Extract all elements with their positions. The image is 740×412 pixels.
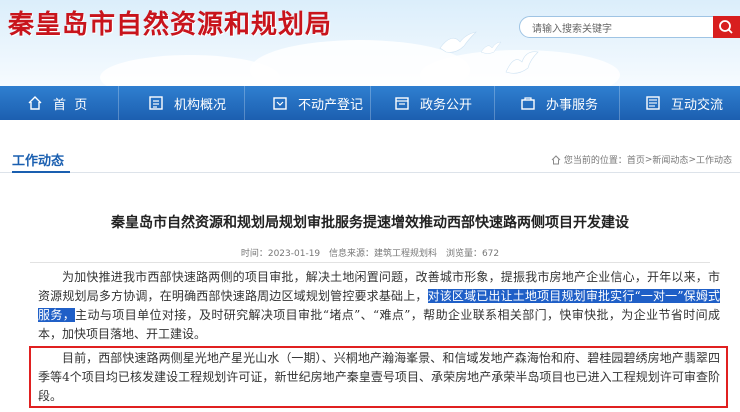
search-input[interactable]: [520, 19, 714, 40]
search-icon: [719, 20, 733, 34]
dove-icon: [480, 41, 502, 54]
org-icon: [147, 94, 165, 112]
paragraph-text: 主动与项目单位对接，及时研究解决项目审批“堵点”、“难点”，帮助企业联系相关部门…: [38, 308, 720, 341]
dove-icon: [505, 51, 539, 74]
breadcrumb-item-work-news[interactable]: 工作动态: [696, 153, 732, 166]
property-icon: [271, 94, 289, 112]
breadcrumb: 您当前的位置： 首页 > 新闻动态 > 工作动态: [551, 153, 732, 166]
header-banner: 秦皇岛市自然资源和规划局: [0, 0, 740, 86]
article-meta: 时间：2023-01-19 信息来源：建筑工程规划科 浏览量：672: [0, 246, 740, 259]
nav-item-gov-affairs[interactable]: 政务公开: [371, 86, 494, 120]
nav-item-org[interactable]: 机构概况: [119, 86, 244, 120]
paragraph-text: 目前，西部快速路两侧星光地产星光山水（一期）、兴桐地产瀚海峯景、和信域发地产森海…: [38, 351, 720, 403]
search-button[interactable]: [713, 16, 740, 38]
article-paragraph-1: 为加快推进我市西部快速路两侧的项目审批，解决土地闲置问题，改善城市形象，提振我市…: [38, 268, 720, 344]
nav-label: 首 页: [53, 97, 88, 113]
chat-icon: [644, 94, 662, 112]
home-icon: [26, 94, 44, 112]
document-icon: [393, 94, 411, 112]
breadcrumb-separator: >: [688, 154, 696, 165]
nav-label: 机构概况: [174, 97, 227, 113]
nav-label: 互动交流: [671, 97, 724, 113]
nav-item-interaction[interactable]: 互动交流: [620, 86, 740, 120]
article-source: 信息来源：建筑工程规划科: [329, 249, 438, 259]
location-icon: [551, 154, 561, 164]
section-header: 工作动态 您当前的位置： 首页 > 新闻动态 > 工作动态: [0, 145, 740, 173]
cloud-decoration: [100, 55, 280, 86]
main-nav: 首 页 机构概况 不动产登记 政务公开 办事服务 互动交流: [0, 86, 740, 120]
divider: [30, 262, 710, 263]
nav-item-property[interactable]: 不动产登记: [245, 86, 370, 120]
nav-item-service[interactable]: 办事服务: [495, 86, 619, 120]
breadcrumb-separator: >: [644, 154, 653, 165]
article-views: 浏览量：672: [445, 249, 500, 259]
nav-label: 不动产登记: [298, 97, 364, 113]
nav-item-home[interactable]: 首 页: [0, 86, 118, 120]
service-icon: [519, 94, 537, 112]
dove-icon: [439, 31, 477, 53]
section-underline: [12, 171, 70, 173]
breadcrumb-item-home[interactable]: 首页: [627, 153, 645, 166]
article-date: 时间：2023-01-19: [240, 249, 321, 259]
breadcrumb-prefix: 您当前的位置：: [563, 156, 627, 166]
article-paragraph-2: 目前，西部快速路两侧星光地产星光山水（一期）、兴桐地产瀚海峯景、和信域发地产森海…: [38, 349, 720, 406]
site-title[interactable]: 秦皇岛市自然资源和规划局: [8, 4, 332, 41]
nav-label: 办事服务: [546, 97, 599, 113]
breadcrumb-item-news[interactable]: 新闻动态: [652, 153, 688, 166]
section-title: 工作动态: [12, 154, 65, 169]
nav-label: 政务公开: [420, 97, 473, 113]
search-field[interactable]: [519, 16, 715, 40]
article-title: 秦皇岛市自然资源和规划局规划审批服务提速增效推动西部快速路两侧项目开发建设: [111, 215, 629, 231]
